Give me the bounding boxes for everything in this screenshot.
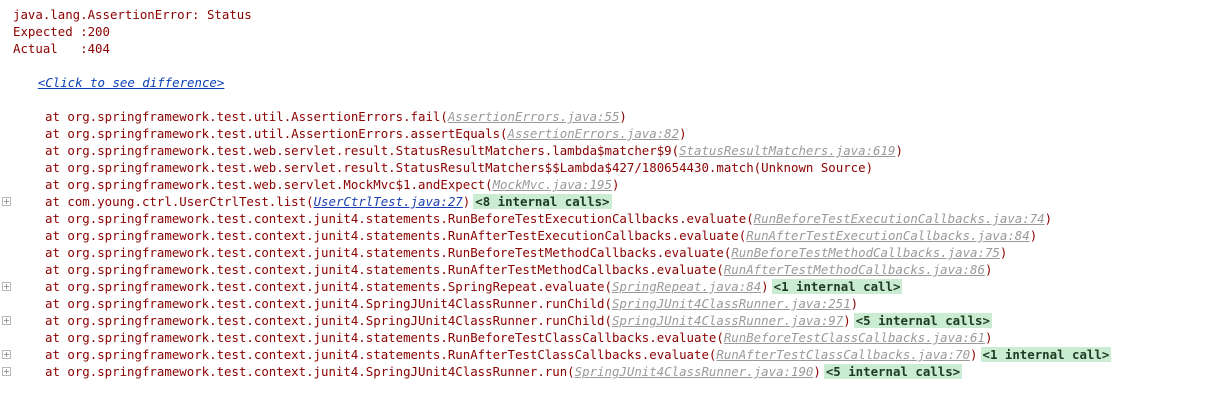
stack-frame: at org.springframework.test.util.Asserti…	[0, 108, 1212, 125]
source-file-link[interactable]: RunAfterTestMethodCallbacks.java:86	[724, 262, 985, 277]
expand-fold-icon[interactable]	[2, 350, 11, 359]
actual-value: Actual :404	[13, 41, 110, 56]
source-file-link[interactable]: AssertionErrors.java:55	[448, 109, 620, 124]
internal-calls-badge[interactable]: <5 internal calls>	[823, 364, 963, 379]
frame-method: at org.springframework.test.util.Asserti…	[45, 109, 448, 124]
test-console-output: java.lang.AssertionError: Status Expecte…	[0, 6, 1212, 380]
stack-frame: at com.young.ctrl.UserCtrlTest.list(User…	[0, 193, 1212, 210]
internal-calls-badge[interactable]: <8 internal calls>	[473, 194, 612, 209]
frame-close-paren: )	[895, 143, 903, 158]
frame-method: at org.springframework.test.context.juni…	[45, 313, 612, 328]
frame-close-paren: )	[813, 364, 821, 379]
frame-close-paren: )	[999, 245, 1008, 260]
frame-close-paren: )	[1029, 228, 1038, 243]
expand-fold-icon[interactable]	[2, 316, 11, 325]
frame-method: at org.springframework.test.context.juni…	[45, 347, 717, 362]
stack-frame: at org.springframework.test.context.juni…	[0, 278, 1212, 295]
stack-frame: at org.springframework.test.web.servlet.…	[0, 176, 1212, 193]
frame-close-paren: )	[462, 194, 471, 209]
frame-close-paren: )	[850, 296, 859, 311]
source-file-link[interactable]: SpringRepeat.java:84	[612, 279, 761, 294]
frame-close-paren: )	[679, 126, 687, 141]
source-file-link[interactable]: RunBeforeTestMethodCallbacks.java:75	[731, 245, 1000, 260]
source-file-link[interactable]: RunAfterTestExecutionCallbacks.java:84	[746, 228, 1029, 243]
source-file-link[interactable]: RunBeforeTestClassCallbacks.java:61	[724, 330, 985, 345]
internal-calls-badge[interactable]: <1 internal call>	[980, 347, 1112, 362]
frame-method: at org.springframework.test.context.juni…	[45, 245, 732, 260]
stack-frame: at org.springframework.test.web.servlet.…	[0, 159, 1212, 176]
stack-frame: at org.springframework.test.context.juni…	[0, 210, 1212, 227]
frame-close-paren: )	[984, 262, 993, 277]
stack-frame: at org.springframework.test.context.juni…	[0, 312, 1212, 329]
frame-method: at org.springframework.test.context.juni…	[45, 296, 612, 311]
stack-frame: at org.springframework.test.context.juni…	[0, 346, 1212, 363]
error-title: java.lang.AssertionError: Status	[13, 7, 252, 22]
frame-method: at org.springframework.test.context.juni…	[45, 228, 747, 243]
frame-method: at org.springframework.test.context.juni…	[45, 211, 754, 226]
frame-close-paren: )	[843, 313, 851, 328]
expand-fold-icon[interactable]	[2, 367, 11, 376]
internal-calls-badge[interactable]: <5 internal calls>	[853, 313, 992, 328]
stack-trace: at org.springframework.test.util.Asserti…	[0, 108, 1212, 380]
source-file-link[interactable]: StatusResultMatchers.java:619	[679, 143, 895, 158]
expand-fold-icon[interactable]	[2, 282, 11, 291]
frame-method: at org.springframework.test.context.juni…	[45, 330, 724, 345]
source-file-link[interactable]: SpringJUnit4ClassRunner.java:97	[612, 313, 843, 328]
frame-close-paren: )	[611, 177, 620, 192]
frame-method: at org.springframework.test.context.juni…	[45, 364, 575, 379]
frame-close-paren: )	[970, 347, 978, 362]
expected-value: Expected :200	[13, 24, 110, 39]
stack-frame: at org.springframework.test.context.juni…	[0, 227, 1212, 244]
frame-close-paren: )	[761, 279, 769, 294]
source-file-link[interactable]: SpringJUnit4ClassRunner.java:190	[575, 364, 814, 379]
click-to-see-difference-link[interactable]: <Click to see difference>	[30, 75, 225, 90]
source-file-link[interactable]: UserCtrlTest.java:27	[314, 194, 463, 209]
stack-frame: at org.springframework.test.util.Asserti…	[0, 125, 1212, 142]
stack-frame: at org.springframework.test.context.juni…	[0, 363, 1212, 380]
stack-frame: at org.springframework.test.context.juni…	[0, 295, 1212, 312]
frame-method: at org.springframework.test.context.juni…	[45, 262, 724, 277]
frame-close-paren: )	[984, 330, 993, 345]
frame-method: at com.young.ctrl.UserCtrlTest.list(	[45, 194, 314, 209]
stack-frame: at org.springframework.test.web.servlet.…	[0, 142, 1212, 159]
frame-method: at org.springframework.test.web.servlet.…	[45, 177, 493, 192]
stack-frame: at org.springframework.test.context.juni…	[0, 329, 1212, 346]
frame-method: at org.springframework.test.web.servlet.…	[45, 143, 680, 158]
frame-close-paren: )	[1044, 211, 1053, 226]
internal-calls-badge[interactable]: <1 internal call>	[771, 279, 903, 294]
source-file-link[interactable]: RunAfterTestClassCallbacks.java:70	[716, 347, 970, 362]
stack-frame: at org.springframework.test.context.juni…	[0, 244, 1212, 261]
source-file-link[interactable]: SpringJUnit4ClassRunner.java:251	[612, 296, 851, 311]
source-file-link[interactable]: MockMvc.java:195	[493, 177, 612, 192]
expand-fold-icon[interactable]	[2, 197, 11, 206]
frame-method: at org.springframework.test.util.Asserti…	[45, 126, 508, 141]
frame-close-paren: )	[619, 109, 627, 124]
source-file-link[interactable]: AssertionErrors.java:82	[508, 126, 680, 141]
frame-method: at org.springframework.test.context.juni…	[45, 279, 612, 294]
stack-frame: at org.springframework.test.context.juni…	[0, 261, 1212, 278]
frame-method: at org.springframework.test.web.servlet.…	[45, 160, 874, 175]
source-file-link[interactable]: RunBeforeTestExecutionCallbacks.java:74	[754, 211, 1045, 226]
